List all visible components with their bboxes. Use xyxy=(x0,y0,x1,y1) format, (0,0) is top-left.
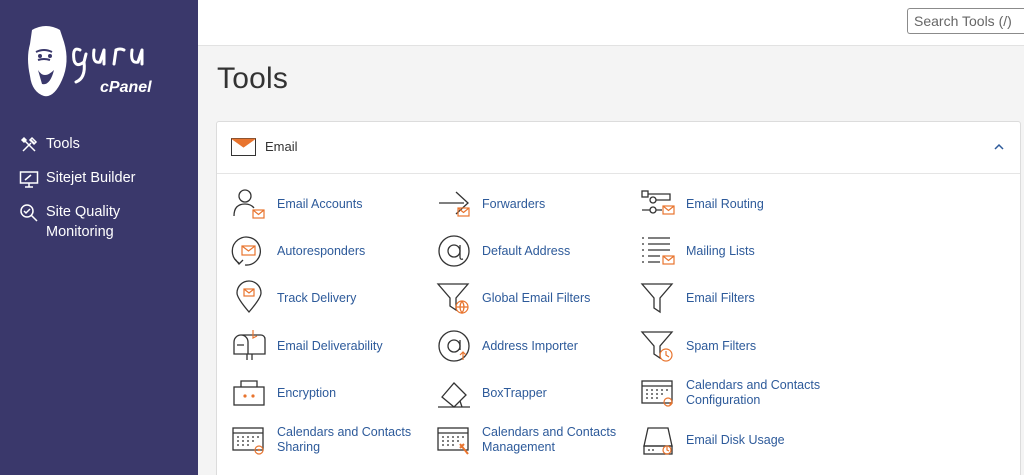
address-importer-icon xyxy=(438,330,470,362)
tools-icon xyxy=(20,136,38,152)
top-header xyxy=(198,0,1024,46)
email-routing-icon xyxy=(641,190,675,215)
page-title: Tools xyxy=(217,62,289,95)
monitor-icon xyxy=(19,171,39,188)
tool-global-email-filters[interactable]: Global Email Filters xyxy=(436,280,632,316)
sidebar: cPanel Tools Sitejet Builder Site Qualit… xyxy=(0,0,198,475)
spam-filter-icon xyxy=(640,331,674,362)
svg-text:cPanel: cPanel xyxy=(100,79,152,96)
tool-label: Autoresponders xyxy=(277,243,366,258)
tool-label: Email Deliverability xyxy=(277,338,383,353)
tool-label: Email Filters xyxy=(686,290,755,305)
tool-encryption[interactable]: Encryption xyxy=(231,375,427,411)
tool-email-deliverability[interactable]: Email Deliverability xyxy=(231,328,427,364)
tool-label: Default Address xyxy=(482,243,571,258)
tool-calendars-contacts-configuration[interactable]: Calendars and Contacts Configuration xyxy=(640,375,836,411)
encryption-icon xyxy=(233,380,265,406)
sidebar-item-sitejet-builder[interactable]: Sitejet Builder xyxy=(0,168,198,189)
location-pin-icon xyxy=(236,280,262,313)
email-section-panel: Email Email Accounts Forwarders Email Ro… xyxy=(216,121,1021,475)
email-accounts-icon xyxy=(233,189,265,219)
tool-email-disk-usage[interactable]: Email Disk Usage xyxy=(640,422,836,458)
tool-spam-filters[interactable]: Spam Filters xyxy=(640,328,836,364)
tool-calendars-contacts-sharing[interactable]: Calendars and Contacts Sharing xyxy=(231,422,427,458)
calendar-management-icon xyxy=(437,427,469,455)
tool-boxtrapper[interactable]: BoxTrapper xyxy=(436,375,632,411)
tool-label: Mailing Lists xyxy=(686,243,755,258)
tool-label: Spam Filters xyxy=(686,338,757,353)
tool-label: Calendars and Contacts Management xyxy=(482,425,617,454)
tool-default-address[interactable]: Default Address xyxy=(436,233,632,269)
disk-usage-icon xyxy=(643,427,673,455)
sidebar-item-tools[interactable]: Tools xyxy=(0,134,198,155)
filter-icon xyxy=(640,283,674,314)
sidebar-item-label: Site Quality Monitoring xyxy=(46,204,121,240)
tool-autoresponders[interactable]: Autoresponders xyxy=(231,233,427,269)
boxtrapper-icon xyxy=(438,382,470,408)
tool-label: Track Delivery xyxy=(277,290,357,305)
envelope-icon xyxy=(231,138,256,156)
tool-address-importer[interactable]: Address Importer xyxy=(436,328,632,364)
at-sign-icon xyxy=(438,235,470,267)
sidebar-item-label: Tools xyxy=(46,136,80,152)
email-section-title: Email xyxy=(265,139,298,154)
sidebar-item-site-quality-monitoring[interactable]: Site Quality Monitoring xyxy=(0,202,198,242)
tool-email-routing[interactable]: Email Routing xyxy=(640,186,836,222)
calendar-config-icon xyxy=(641,380,673,407)
tool-calendars-contacts-management[interactable]: Calendars and Contacts Management xyxy=(436,422,632,458)
tool-track-delivery[interactable]: Track Delivery xyxy=(231,280,427,316)
forwarders-icon xyxy=(439,191,470,217)
chevron-up-icon[interactable] xyxy=(992,140,1006,154)
tool-label: Calendars and Contacts Sharing xyxy=(277,425,412,454)
calendar-sharing-icon xyxy=(232,427,264,455)
tool-email-accounts[interactable]: Email Accounts xyxy=(231,186,427,222)
tool-mailing-lists[interactable]: Mailing Lists xyxy=(640,233,836,269)
tool-label: Address Importer xyxy=(482,338,578,353)
tool-label: Email Accounts xyxy=(277,196,363,211)
tool-email-filters[interactable]: Email Filters xyxy=(640,280,836,316)
tool-label: BoxTrapper xyxy=(482,385,547,400)
email-section-header[interactable]: Email xyxy=(217,122,1020,174)
autoresponders-icon xyxy=(231,236,261,266)
mailbox-icon xyxy=(233,330,266,360)
sidebar-nav: Tools Sitejet Builder Site Quality Monit… xyxy=(0,134,198,255)
guru-cpanel-logo[interactable]: cPanel xyxy=(24,22,184,104)
global-filter-icon xyxy=(436,283,470,315)
tool-label: Email Routing xyxy=(686,196,764,211)
tool-label: Email Disk Usage xyxy=(686,432,785,447)
mailing-lists-icon xyxy=(642,237,675,265)
tool-label: Global Email Filters xyxy=(482,290,591,305)
sidebar-item-label: Sitejet Builder xyxy=(46,170,136,186)
magnifier-icon xyxy=(20,204,38,222)
tool-forwarders[interactable]: Forwarders xyxy=(436,186,632,222)
tool-label: Forwarders xyxy=(482,196,546,211)
tool-label: Calendars and Contacts Configuration xyxy=(686,378,821,407)
tool-label: Encryption xyxy=(277,385,337,400)
search-input[interactable] xyxy=(907,8,1024,34)
